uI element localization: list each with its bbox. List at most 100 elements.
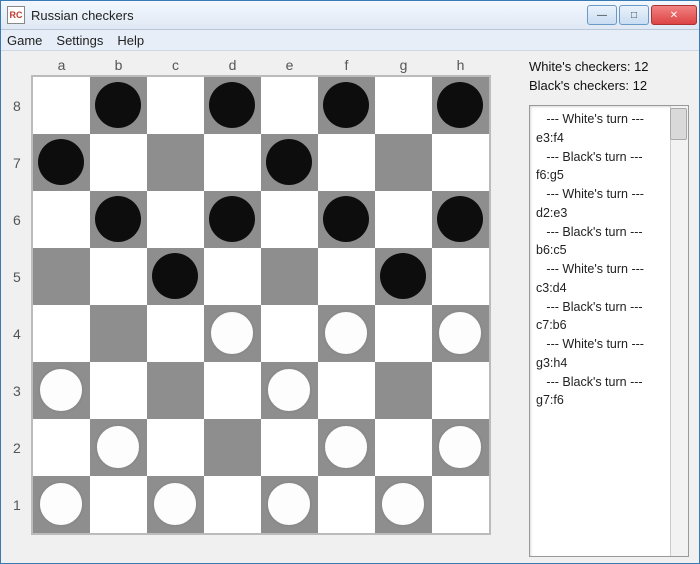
square-h2[interactable]	[432, 419, 490, 476]
square-a8[interactable]	[32, 76, 90, 134]
square-c3[interactable]	[147, 362, 204, 419]
square-c1[interactable]	[147, 476, 204, 534]
square-d4[interactable]	[204, 305, 261, 362]
maximize-button[interactable]: □	[619, 5, 649, 25]
square-h3[interactable]	[432, 362, 490, 419]
square-f8[interactable]	[318, 76, 375, 134]
black-checker-icon[interactable]	[95, 196, 141, 242]
square-e8[interactable]	[261, 76, 318, 134]
file-label-g: g	[375, 57, 432, 73]
square-c6[interactable]	[147, 191, 204, 248]
white-checker-icon[interactable]	[437, 310, 483, 356]
square-h4[interactable]	[432, 305, 490, 362]
square-h1[interactable]	[432, 476, 490, 534]
close-button[interactable]: ✕	[651, 5, 697, 25]
square-d7[interactable]	[204, 134, 261, 191]
black-checker-icon[interactable]	[266, 139, 312, 185]
square-d5[interactable]	[204, 248, 261, 305]
square-b4[interactable]	[90, 305, 147, 362]
square-a2[interactable]	[32, 419, 90, 476]
square-d1[interactable]	[204, 476, 261, 534]
menu-help[interactable]: Help	[115, 33, 146, 48]
black-checker-icon[interactable]	[437, 82, 483, 128]
square-h5[interactable]	[432, 248, 490, 305]
square-a6[interactable]	[32, 191, 90, 248]
square-g1[interactable]	[375, 476, 432, 534]
square-a4[interactable]	[32, 305, 90, 362]
square-g7[interactable]	[375, 134, 432, 191]
white-checker-icon[interactable]	[152, 481, 198, 527]
square-g2[interactable]	[375, 419, 432, 476]
square-f6[interactable]	[318, 191, 375, 248]
square-a5[interactable]	[32, 248, 90, 305]
square-h6[interactable]	[432, 191, 490, 248]
square-d2[interactable]	[204, 419, 261, 476]
black-checker-icon[interactable]	[323, 82, 369, 128]
white-checker-icon[interactable]	[95, 424, 141, 470]
square-e7[interactable]	[261, 134, 318, 191]
move-log[interactable]: --- White's turn ---e3:f4 --- Black's tu…	[529, 105, 689, 557]
square-e2[interactable]	[261, 419, 318, 476]
square-c7[interactable]	[147, 134, 204, 191]
square-c2[interactable]	[147, 419, 204, 476]
white-checker-icon[interactable]	[266, 481, 312, 527]
white-checker-icon[interactable]	[323, 310, 369, 356]
white-checker-icon[interactable]	[38, 481, 84, 527]
square-b6[interactable]	[90, 191, 147, 248]
black-checker-icon[interactable]	[380, 253, 426, 299]
square-b3[interactable]	[90, 362, 147, 419]
square-f3[interactable]	[318, 362, 375, 419]
minimize-button[interactable]: —	[587, 5, 617, 25]
black-checker-icon[interactable]	[95, 82, 141, 128]
white-checker-icon[interactable]	[323, 424, 369, 470]
square-d6[interactable]	[204, 191, 261, 248]
square-d8[interactable]	[204, 76, 261, 134]
square-g6[interactable]	[375, 191, 432, 248]
menu-game[interactable]: Game	[5, 33, 44, 48]
white-checker-icon[interactable]	[266, 367, 312, 413]
square-g3[interactable]	[375, 362, 432, 419]
checkers-board[interactable]	[31, 75, 491, 535]
square-g5[interactable]	[375, 248, 432, 305]
square-e6[interactable]	[261, 191, 318, 248]
square-c8[interactable]	[147, 76, 204, 134]
square-e5[interactable]	[261, 248, 318, 305]
square-g8[interactable]	[375, 76, 432, 134]
square-b5[interactable]	[90, 248, 147, 305]
square-b7[interactable]	[90, 134, 147, 191]
square-d3[interactable]	[204, 362, 261, 419]
black-checker-icon[interactable]	[38, 139, 84, 185]
square-f7[interactable]	[318, 134, 375, 191]
square-b2[interactable]	[90, 419, 147, 476]
move-entry: c3:d4	[536, 279, 682, 298]
square-c5[interactable]	[147, 248, 204, 305]
square-f4[interactable]	[318, 305, 375, 362]
square-h8[interactable]	[432, 76, 490, 134]
move-entry: g3:h4	[536, 354, 682, 373]
black-checker-icon[interactable]	[209, 196, 255, 242]
white-checker-icon[interactable]	[437, 424, 483, 470]
square-f5[interactable]	[318, 248, 375, 305]
square-e4[interactable]	[261, 305, 318, 362]
square-f1[interactable]	[318, 476, 375, 534]
square-b8[interactable]	[90, 76, 147, 134]
square-c4[interactable]	[147, 305, 204, 362]
black-checker-icon[interactable]	[152, 253, 198, 299]
black-checker-icon[interactable]	[209, 82, 255, 128]
square-e1[interactable]	[261, 476, 318, 534]
black-checker-icon[interactable]	[323, 196, 369, 242]
square-h7[interactable]	[432, 134, 490, 191]
white-checker-icon[interactable]	[38, 367, 84, 413]
square-e3[interactable]	[261, 362, 318, 419]
square-f2[interactable]	[318, 419, 375, 476]
black-checker-icon[interactable]	[437, 196, 483, 242]
square-g4[interactable]	[375, 305, 432, 362]
move-turn-header: --- Black's turn ---	[536, 223, 682, 242]
menu-settings[interactable]: Settings	[54, 33, 105, 48]
square-b1[interactable]	[90, 476, 147, 534]
white-checker-icon[interactable]	[209, 310, 255, 356]
square-a7[interactable]	[32, 134, 90, 191]
square-a3[interactable]	[32, 362, 90, 419]
white-checker-icon[interactable]	[380, 481, 426, 527]
square-a1[interactable]	[32, 476, 90, 534]
